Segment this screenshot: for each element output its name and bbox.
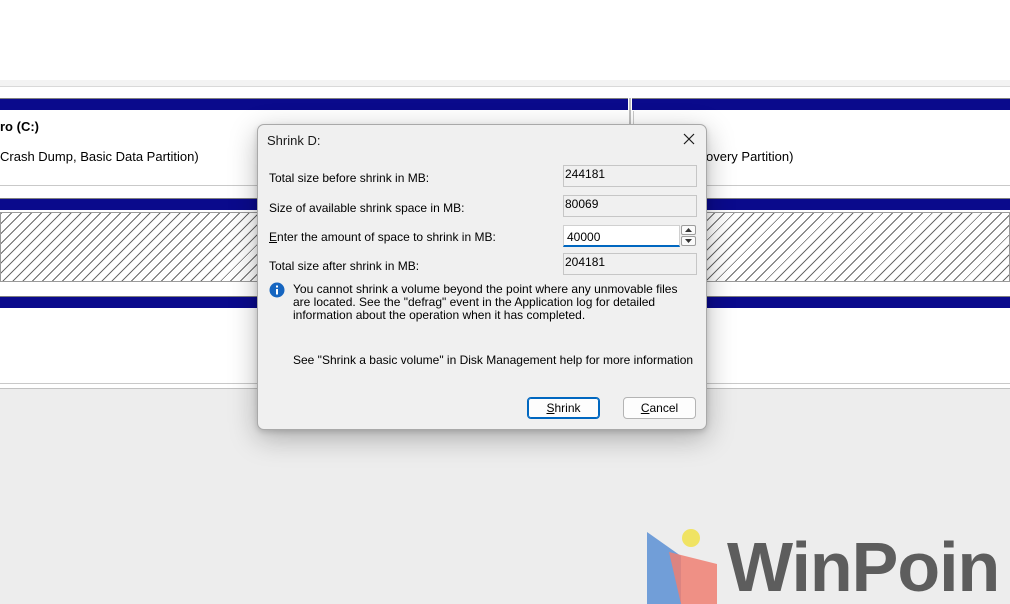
volume-c-description: Crash Dump, Basic Data Partition)	[0, 149, 199, 164]
shrink-amount-label: Enter the amount of space to shrink in M…	[269, 230, 496, 244]
shrink-dialog: Shrink D: Total size before shrink in MB…	[257, 124, 707, 430]
spin-up-button[interactable]	[681, 225, 696, 235]
volume-c-bar	[0, 98, 628, 110]
shrink-amount-label-accesskey: E	[269, 230, 278, 244]
cancel-button-accesskey: C	[640, 401, 650, 415]
volume-c-title: ro (C:)	[0, 119, 39, 134]
winpoin-watermark: WinPoin	[727, 528, 1000, 604]
shrink-amount-input[interactable]	[563, 225, 680, 247]
total-before-label: Total size before shrink in MB:	[269, 171, 430, 185]
info-message: You cannot shrink a volume beyond the po…	[293, 282, 678, 322]
shrink-amount-label-text: nter the amount of space to shrink in MB…	[277, 230, 496, 244]
shrink-button-label: hrink	[554, 401, 581, 415]
cancel-button[interactable]: Cancel	[623, 397, 696, 419]
winpoin-logo-icon	[647, 529, 717, 604]
info-icon	[269, 282, 285, 298]
chevron-down-icon	[685, 239, 692, 243]
chevron-up-icon	[685, 228, 692, 232]
cancel-button-label: ancel	[649, 401, 679, 415]
pane-separator	[0, 80, 1010, 87]
shrink-button[interactable]: Shrink	[527, 397, 600, 419]
background-blank-area	[0, 0, 1010, 80]
available-space-label: Size of available shrink space in MB:	[269, 201, 465, 215]
recovery-partition-description: overy Partition)	[706, 149, 794, 164]
help-message: See "Shrink a basic volume" in Disk Mana…	[293, 353, 694, 367]
total-before-value: 244181	[563, 165, 697, 187]
shrink-amount-spinner	[681, 225, 697, 247]
shrink-button-accesskey: S	[546, 401, 555, 415]
total-after-label: Total size after shrink in MB:	[269, 259, 420, 273]
spin-down-button[interactable]	[681, 236, 696, 246]
recovery-partition-bar	[632, 98, 1010, 110]
available-space-value: 80069	[563, 195, 697, 217]
close-icon	[683, 133, 695, 145]
dialog-title: Shrink D:	[267, 133, 321, 148]
close-button[interactable]	[678, 129, 700, 149]
total-after-value: 204181	[563, 253, 697, 275]
